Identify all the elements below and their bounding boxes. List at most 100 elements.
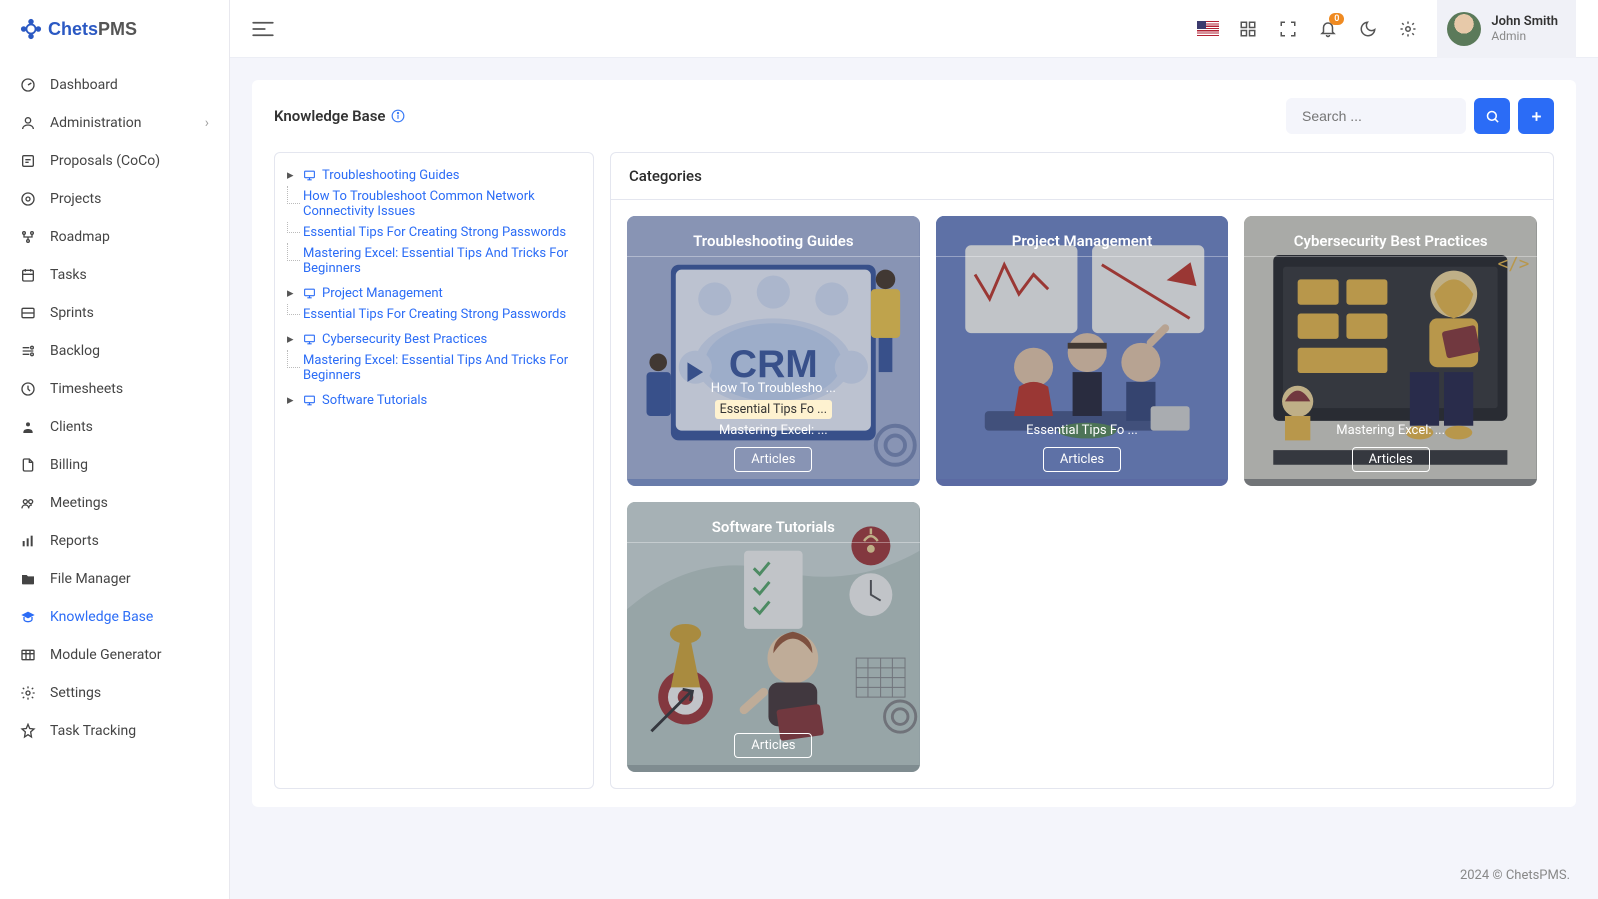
- sidebar-item-settings[interactable]: Settings: [0, 674, 229, 712]
- nav-icon: [20, 419, 36, 435]
- tree-article[interactable]: How To Troubleshoot Common Network Conne…: [287, 186, 581, 222]
- nav-icon: [20, 267, 36, 283]
- nav-list: Dashboard Administration › Proposals (CoCo)…: [0, 58, 229, 758]
- nav-item-label: Roadmap: [50, 229, 110, 245]
- sidebar-item-meetings[interactable]: Meetings: [0, 484, 229, 522]
- nav-icon: [20, 343, 36, 359]
- nav-item-label: Projects: [50, 191, 101, 207]
- tree-category[interactable]: ▸Troubleshooting Guides: [287, 165, 581, 186]
- articles-button[interactable]: Articles: [1352, 447, 1430, 472]
- sidebar-item-file-manager[interactable]: File Manager: [0, 560, 229, 598]
- categories-panel: Categories CRMTroubleshooting GuidesHow …: [610, 152, 1554, 789]
- card-title: Troubleshooting Guides: [627, 226, 920, 257]
- nav-item-label: Sprints: [50, 305, 94, 321]
- search-box[interactable]: [1286, 98, 1466, 134]
- sidebar-item-projects[interactable]: Projects: [0, 180, 229, 218]
- tree-panel: ▸Troubleshooting GuidesHow To Troublesho…: [274, 152, 594, 789]
- nav-icon: [20, 647, 36, 663]
- sidebar-item-roadmap[interactable]: Roadmap: [0, 218, 229, 256]
- sidebar-item-tasks[interactable]: Tasks: [0, 256, 229, 294]
- menu-toggle-button[interactable]: [252, 21, 274, 37]
- search-button[interactable]: [1474, 98, 1510, 134]
- card-article-link[interactable]: Mastering Excel: ...: [627, 420, 920, 441]
- articles-button[interactable]: Articles: [734, 733, 812, 758]
- nav-item-label: Administration: [50, 115, 141, 131]
- sidebar-item-backlog[interactable]: Backlog: [0, 332, 229, 370]
- nav-item-label: Proposals (CoCo): [50, 153, 160, 169]
- nav-item-label: Meetings: [50, 495, 108, 511]
- nav-item-label: Settings: [50, 685, 101, 701]
- tree-category[interactable]: ▸Software Tutorials: [287, 390, 581, 411]
- caret-icon: ▸: [287, 286, 297, 301]
- card-title: Software Tutorials: [627, 512, 920, 543]
- settings-icon[interactable]: [1397, 18, 1419, 40]
- nav-icon: [20, 191, 36, 207]
- language-flag[interactable]: [1197, 18, 1219, 40]
- tree-article[interactable]: Mastering Excel: Essential Tips And Tric…: [287, 243, 581, 279]
- sidebar-item-administration[interactable]: Administration ›: [0, 104, 229, 142]
- nav-icon: [20, 609, 36, 625]
- sidebar-item-knowledge-base[interactable]: Knowledge Base: [0, 598, 229, 636]
- sidebar-item-timesheets[interactable]: Timesheets: [0, 370, 229, 408]
- nav-icon: [20, 115, 36, 131]
- sidebar-item-proposals-coco-[interactable]: Proposals (CoCo): [0, 142, 229, 180]
- card-article-link[interactable]: Essential Tips Fo ...: [936, 420, 1229, 441]
- sidebar-item-task-tracking[interactable]: Task Tracking: [0, 712, 229, 750]
- nav-icon: [20, 685, 36, 701]
- sidebar-item-reports[interactable]: Reports: [0, 522, 229, 560]
- monitor-icon: [303, 287, 316, 300]
- articles-button[interactable]: Articles: [1043, 447, 1121, 472]
- tree-article[interactable]: Essential Tips For Creating Strong Passw…: [287, 304, 581, 325]
- logo[interactable]: ChetsPMS: [0, 0, 229, 58]
- card-article-link[interactable]: Essential Tips Fo ...: [627, 399, 920, 420]
- monitor-icon: [303, 169, 316, 182]
- fullscreen-icon[interactable]: [1277, 18, 1299, 40]
- sidebar-item-billing[interactable]: Billing: [0, 446, 229, 484]
- category-card[interactable]: Project Management Essential Tips Fo ... A…: [936, 216, 1229, 486]
- footer: 2024 © ChetsPMS.: [230, 852, 1598, 899]
- user-menu[interactable]: John Smith Admin: [1437, 0, 1576, 58]
- chevron-right-icon: ›: [205, 115, 209, 131]
- nav-item-label: Tasks: [50, 267, 87, 283]
- nav-icon: [20, 153, 36, 169]
- category-card[interactable]: </>Cybersecurity Best PracticesMastering…: [1244, 216, 1537, 486]
- search-input[interactable]: [1302, 108, 1483, 124]
- page-title: Knowledge Base: [274, 107, 385, 125]
- nav-icon: [20, 229, 36, 245]
- nav-icon: [20, 381, 36, 397]
- dark-mode-icon[interactable]: [1357, 18, 1379, 40]
- sidebar-item-dashboard[interactable]: Dashboard: [0, 66, 229, 104]
- avatar: [1447, 12, 1481, 46]
- nav-icon: [20, 571, 36, 587]
- nav-item-label: Knowledge Base: [50, 609, 153, 625]
- card-title: Cybersecurity Best Practices: [1244, 226, 1537, 257]
- notification-badge: 0: [1329, 13, 1344, 25]
- tree-article[interactable]: Mastering Excel: Essential Tips And Tric…: [287, 350, 581, 386]
- logo-text-a: Chets: [48, 19, 98, 39]
- sidebar-item-clients[interactable]: Clients: [0, 408, 229, 446]
- apps-icon[interactable]: [1237, 18, 1259, 40]
- nav-item-label: Billing: [50, 457, 88, 473]
- user-role: Admin: [1491, 29, 1558, 43]
- nav-item-label: Backlog: [50, 343, 100, 359]
- notifications-icon[interactable]: 0: [1317, 18, 1339, 40]
- sidebar-item-module-generator[interactable]: Module Generator: [0, 636, 229, 674]
- tree-category[interactable]: ▸Cybersecurity Best Practices: [287, 329, 581, 350]
- category-card[interactable]: Software Tutorials Articles: [627, 502, 920, 772]
- nav-item-label: File Manager: [50, 571, 131, 587]
- caret-icon: ▸: [287, 332, 297, 347]
- nav-item-label: Dashboard: [50, 77, 118, 93]
- topbar: 0 John Smith Admin: [230, 0, 1598, 58]
- category-card[interactable]: CRMTroubleshooting GuidesHow To Troubles…: [627, 216, 920, 486]
- tree-article[interactable]: Essential Tips For Creating Strong Passw…: [287, 222, 581, 243]
- info-icon[interactable]: [391, 109, 405, 123]
- add-button[interactable]: [1518, 98, 1554, 134]
- card-article-link[interactable]: Mastering Excel: ...: [1244, 420, 1537, 441]
- card-title: Project Management: [936, 226, 1229, 257]
- tree-category[interactable]: ▸Project Management: [287, 283, 581, 304]
- nav-icon: [20, 533, 36, 549]
- articles-button[interactable]: Articles: [734, 447, 812, 472]
- sidebar-item-sprints[interactable]: Sprints: [0, 294, 229, 332]
- monitor-icon: [303, 333, 316, 346]
- card-article-link[interactable]: How To Troublesho ...: [627, 378, 920, 399]
